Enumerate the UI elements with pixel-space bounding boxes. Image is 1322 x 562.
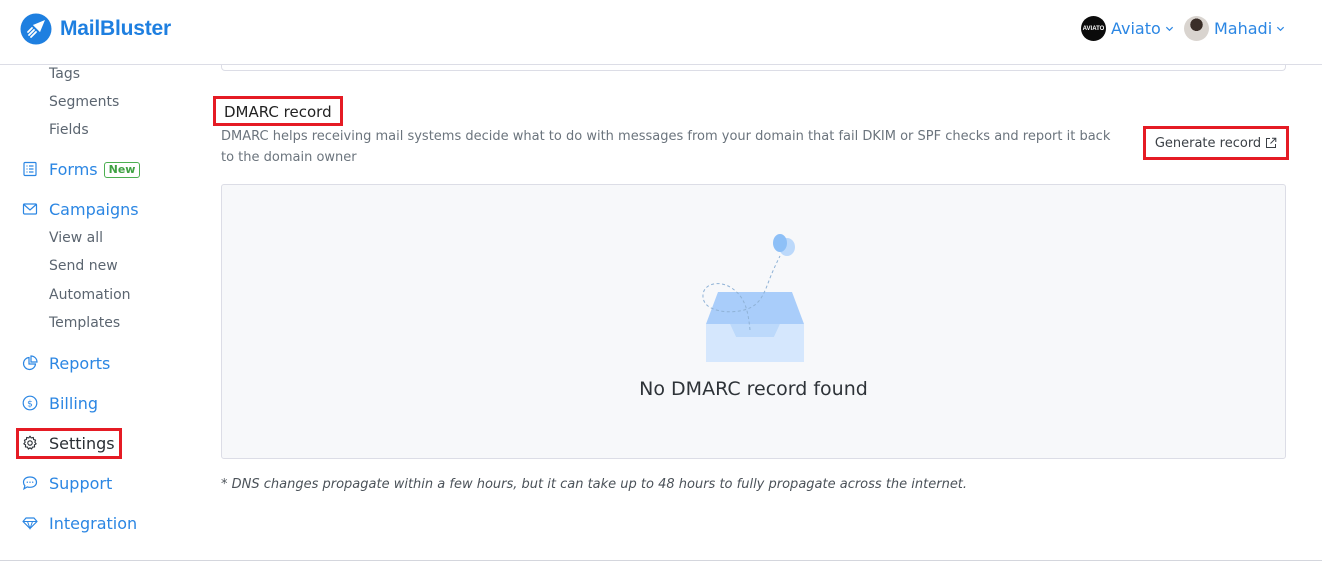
pie-chart-icon [22,355,39,372]
paper-plane-logo-icon [20,13,52,45]
sidebar-item-reports[interactable]: Reports [22,354,110,373]
user-avatar [1184,16,1209,41]
sidebar-item-campaigns[interactable]: Campaigns [22,200,139,219]
sidebar-item-label: Support [49,474,113,493]
external-link-icon [1266,137,1277,148]
generate-record-label: Generate record [1154,135,1262,151]
sidebar-item-billing[interactable]: $ Billing [22,394,98,413]
dmarc-section-title: DMARC record [213,96,343,126]
sidebar-item-settings[interactable]: Settings [16,428,122,459]
new-badge: New [103,161,141,178]
brand-name: MailBluster [60,17,171,40]
gear-icon [22,435,39,452]
dmarc-empty-state: No DMARC record found [221,184,1286,459]
sidebar-item-label: Forms [49,160,98,179]
form-list-icon [22,161,39,178]
sidebar-item-integration[interactable]: Integration [22,514,137,533]
chevron-down-icon [1277,26,1285,32]
workspace-switcher[interactable]: AVIATO Aviato [1081,16,1174,41]
envelope-icon [22,201,39,218]
generate-record-button[interactable]: Generate record [1143,126,1289,160]
workspace-name: Aviato [1111,19,1161,38]
sidebar-item-tags[interactable]: Tags [49,66,80,82]
user-menu[interactable]: Mahadi [1184,16,1285,41]
sidebar-item-automation[interactable]: Automation [49,287,131,303]
sidebar-item-fields[interactable]: Fields [49,122,89,138]
chat-bubble-icon [22,475,39,492]
diamond-icon [22,515,39,532]
dns-propagation-note: * DNS changes propagate within a few hou… [221,477,968,492]
sidebar-item-view-all[interactable]: View all [49,230,103,246]
brand-logo[interactable]: MailBluster [20,13,171,45]
user-name: Mahadi [1214,19,1273,38]
dmarc-description: DMARC helps receiving mail systems decid… [221,129,1111,165]
workspace-avatar-text: AVIATO [1082,25,1105,32]
empty-inbox-illustration-icon [702,234,804,362]
sidebar-item-label: Reports [49,354,111,373]
sidebar-item-label: Campaigns [49,200,139,219]
sidebar-item-support[interactable]: Support [22,474,112,493]
sidebar-item-templates[interactable]: Templates [49,315,120,331]
sidebar-item-label: Settings [49,434,115,453]
svg-text:$: $ [27,399,33,409]
empty-state-message: No DMARC record found [639,378,868,400]
sidebar-item-label: Integration [49,514,138,533]
footer-divider [0,560,1322,561]
sidebar-item-segments[interactable]: Segments [49,94,119,110]
sidebar-item-send-new[interactable]: Send new [49,258,118,274]
chevron-down-icon [1165,26,1173,32]
dollar-circle-icon: $ [22,395,39,412]
top-header: MailBluster AVIATO Aviato Mahadi [0,0,1322,65]
sidebar: Tags Segments Fields Forms New Campaigns… [0,66,200,561]
workspace-avatar: AVIATO [1081,16,1106,41]
sidebar-item-label: Billing [49,394,99,413]
sidebar-item-forms[interactable]: Forms New [22,160,141,179]
